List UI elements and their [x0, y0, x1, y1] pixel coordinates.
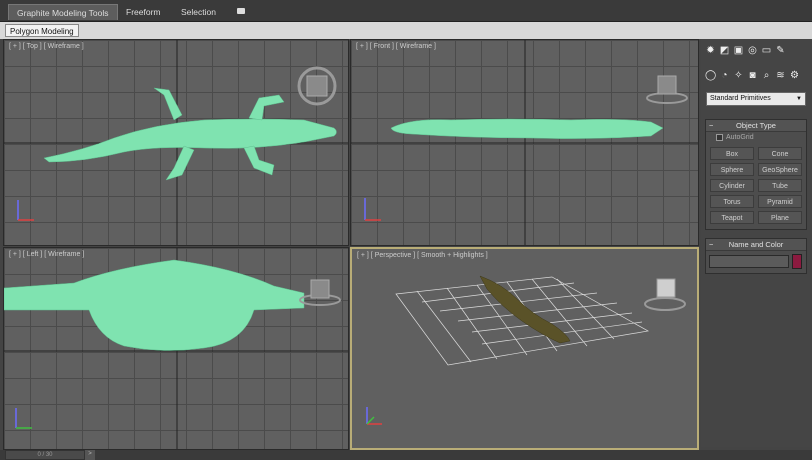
viewport-perspective-canvas: [366, 275, 686, 425]
rollout-object-type: − Object Type AutoGrid Box Cone Sphere G…: [705, 119, 807, 230]
cameras-icon[interactable]: ◙: [747, 70, 758, 81]
viewport-front[interactable]: [ + ] [ Front ] [ Wireframe ]: [350, 39, 699, 246]
rollout-name-and-color: − Name and Color: [705, 238, 807, 274]
tube-button[interactable]: Tube: [758, 179, 802, 192]
viewcube-top: [297, 66, 337, 106]
viewcube-left: [299, 279, 341, 306]
motion-icon[interactable]: ◎: [747, 45, 758, 56]
object-color-swatch[interactable]: [792, 254, 802, 269]
rollout-header-name-and-color[interactable]: − Name and Color: [706, 239, 806, 251]
chevron-down-icon: ▼: [796, 96, 802, 102]
axis-gizmo-perspective: [366, 407, 382, 425]
shapes-icon[interactable]: ◔: [719, 70, 730, 81]
next-frame-icon[interactable]: >: [85, 450, 95, 460]
crocodile-wireframe-top: [43, 87, 337, 181]
modify-icon[interactable]: ◩: [719, 45, 730, 56]
autogrid-checkbox[interactable]: AutoGrid: [706, 132, 806, 144]
helpers-icon[interactable]: ⌕: [761, 70, 772, 81]
tab-freeform[interactable]: Freeform: [118, 4, 168, 20]
geosphere-button[interactable]: GeoSphere: [758, 163, 802, 176]
create-subcategories: ◯ ◔ ✧ ◙ ⌕ ≋ ⚙: [705, 67, 809, 83]
viewcube-front: [646, 75, 688, 104]
create-icon[interactable]: ✹: [705, 45, 716, 56]
axis-gizmo-top: [17, 200, 34, 221]
viewport-top[interactable]: [ + ] [ Top ] [ Wireframe ]: [3, 39, 349, 246]
rollout-title: Object Type: [736, 121, 776, 130]
pyramid-button[interactable]: Pyramid: [758, 195, 802, 208]
torus-button[interactable]: Torus: [710, 195, 754, 208]
command-panel: ✹ ◩ ▣ ◎ ▭ ✎ ◯ ◔ ✧ ◙ ⌕ ≋ ⚙ Standard Primi…: [701, 39, 812, 447]
tab-polygon-modeling[interactable]: Polygon Modeling: [5, 24, 79, 37]
viewport-top-canvas: [4, 40, 348, 245]
utilities-icon[interactable]: ✎: [775, 45, 786, 56]
viewport-left[interactable]: [ + ] [ Left ] [ Wireframe ]: [3, 247, 349, 450]
rollout-title: Name and Color: [728, 240, 784, 249]
systems-icon[interactable]: ⚙: [789, 70, 800, 81]
axis-gizmo-left: [15, 408, 32, 429]
display-icon[interactable]: ▭: [761, 45, 772, 56]
timeline: 0 / 30 >: [0, 450, 812, 460]
collapse-icon: −: [709, 121, 714, 130]
crocodile-wireframe-front: [390, 118, 664, 139]
dropdown-value: Standard Primitives: [710, 95, 771, 102]
spacewarps-icon[interactable]: ≋: [775, 70, 786, 81]
viewport-perspective[interactable]: [ + ] [ Perspective ] [ Smooth + Highlig…: [350, 247, 699, 450]
geometry-icon[interactable]: ◯: [705, 70, 716, 81]
autogrid-label: AutoGrid: [726, 134, 754, 141]
viewport-front-canvas: [351, 40, 698, 245]
object-category-dropdown[interactable]: Standard Primitives ▼: [706, 92, 806, 106]
ribbon-minimize-icon[interactable]: [237, 8, 245, 14]
tab-graphite-modeling-tools[interactable]: Graphite Modeling Tools: [8, 4, 118, 20]
teapot-button[interactable]: Teapot: [710, 211, 754, 224]
checkbox-icon: [716, 134, 723, 141]
primitive-buttons: Box Cone Sphere GeoSphere Cylinder Tube …: [706, 144, 806, 229]
lights-icon[interactable]: ✧: [733, 70, 744, 81]
box-button[interactable]: Box: [710, 147, 754, 160]
hierarchy-icon[interactable]: ▣: [733, 45, 744, 56]
axis-gizmo-front: [364, 198, 381, 221]
cone-button[interactable]: Cone: [758, 147, 802, 160]
ribbon-subbar: Polygon Modeling: [0, 22, 812, 39]
time-slider[interactable]: 0 / 30: [5, 450, 85, 460]
command-panel-tabs: ✹ ◩ ▣ ◎ ▭ ✎: [705, 41, 809, 59]
collapse-icon: −: [709, 240, 714, 249]
viewport-left-canvas: [4, 248, 348, 449]
crocodile-wireframe-left: [4, 259, 305, 351]
viewcube-perspective: [644, 278, 686, 311]
ribbon: Graphite Modeling Tools Freeform Selecti…: [0, 0, 812, 22]
cylinder-button[interactable]: Cylinder: [710, 179, 754, 192]
object-name-input[interactable]: [709, 255, 789, 268]
plane-button[interactable]: Plane: [758, 211, 802, 224]
tab-selection[interactable]: Selection: [173, 4, 224, 20]
sphere-button[interactable]: Sphere: [710, 163, 754, 176]
rollout-header-object-type[interactable]: − Object Type: [706, 120, 806, 132]
